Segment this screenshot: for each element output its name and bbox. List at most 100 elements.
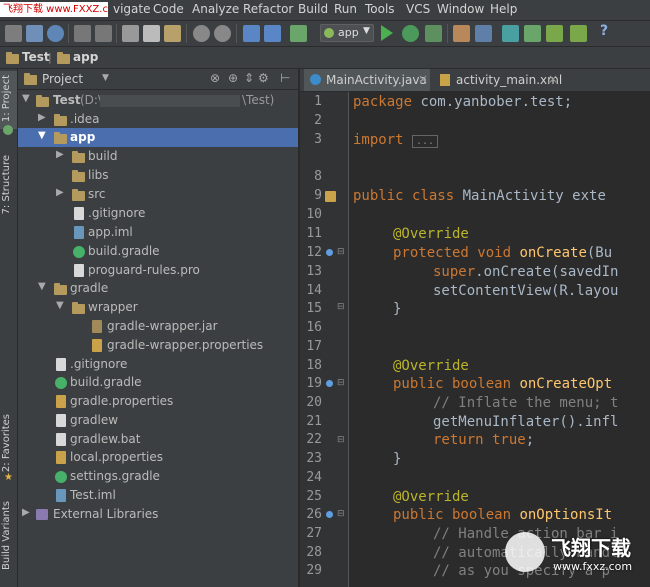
tree-row-app[interactable]: ▼ app	[18, 128, 298, 147]
fold-end-icon[interactable]: ⊟	[337, 302, 345, 312]
star-icon: ★	[4, 472, 13, 483]
breadcrumb-app[interactable]: app	[73, 50, 98, 64]
chevron-right-icon[interactable]: ▶	[56, 149, 64, 160]
tree-row-local-properties[interactable]: local.properties	[18, 448, 298, 467]
code-editor[interactable]: package com.yanbober.test; import ... pu…	[349, 92, 650, 587]
line-number: 12	[306, 245, 322, 260]
menu-analyze[interactable]: Analyze	[192, 2, 239, 16]
forward-icon[interactable]	[264, 25, 281, 42]
copy-icon[interactable]	[143, 25, 160, 42]
menu-build[interactable]: Build	[298, 2, 328, 16]
sync-icon[interactable]	[47, 25, 64, 42]
project-structure-icon[interactable]	[453, 25, 470, 42]
fold-icon[interactable]: ⊟	[337, 509, 345, 519]
chevron-down-icon[interactable]: ▼	[38, 130, 46, 141]
tree-label: app	[70, 130, 96, 144]
sdk-manager-icon[interactable]	[475, 25, 492, 42]
attach-icon[interactable]	[425, 25, 442, 42]
tree-row-wrapper[interactable]: ▼ wrapper	[18, 298, 298, 317]
override-marker-icon[interactable]	[326, 249, 333, 256]
tree-row-root-build-gradle[interactable]: build.gradle	[18, 373, 298, 392]
breadcrumb-test[interactable]: Test	[22, 50, 50, 64]
tree-row-gradle-wrapper-properties[interactable]: gradle-wrapper.properties	[18, 336, 298, 355]
hide-icon[interactable]: ⇕	[244, 71, 254, 85]
override-marker-icon[interactable]	[326, 380, 333, 387]
undo-icon[interactable]	[74, 25, 91, 42]
tree-row-external-libraries[interactable]: ▶ External Libraries	[18, 505, 298, 524]
gear-icon[interactable]: ⚙	[258, 71, 269, 85]
debug-icon[interactable]	[402, 25, 419, 42]
tree-row-gradle-wrapper-jar[interactable]: gradle-wrapper.jar	[18, 317, 298, 336]
menu-window[interactable]: Window	[437, 2, 484, 16]
menu-tools[interactable]: Tools	[365, 2, 395, 16]
tree-row-idea[interactable]: ▶ .idea	[18, 110, 298, 129]
tab-activity-main-xml[interactable]: activity_main.xml ×	[434, 69, 562, 91]
folded-imports[interactable]: ...	[412, 135, 439, 148]
tree-row-proguard[interactable]: proguard-rules.pro	[18, 261, 298, 280]
redo-icon[interactable]	[95, 25, 112, 42]
fold-icon[interactable]: ⊟	[337, 378, 345, 388]
tree-row-settings-gradle[interactable]: settings.gradle	[18, 467, 298, 486]
tree-row-libs[interactable]: libs	[18, 166, 298, 185]
project-view-select[interactable]: Project	[42, 72, 83, 86]
code-token: }	[393, 451, 402, 467]
tree-row-test-iml[interactable]: Test.iml	[18, 486, 298, 505]
make-icon[interactable]	[290, 25, 307, 42]
tree-row-test[interactable]: ▼ Test (D:\ \Test)	[18, 91, 298, 110]
menu-help[interactable]: Help	[490, 2, 517, 16]
avd-manager-icon[interactable]	[502, 25, 519, 42]
find-icon[interactable]	[193, 25, 210, 42]
tree-row-root-gitignore[interactable]: .gitignore	[18, 355, 298, 374]
tree-row-build[interactable]: ▶ build	[18, 147, 298, 166]
code-token: setContentView(R.layou	[433, 283, 619, 299]
project-panel-header: Project ▼ ⊗ ⊕ ⇕ ⚙ ⊢	[18, 69, 298, 90]
tree-row-gradlew-bat[interactable]: gradlew.bat	[18, 430, 298, 449]
override-marker-icon[interactable]	[326, 511, 333, 518]
help-icon[interactable]: ?	[600, 23, 608, 39]
menu-code[interactable]: Code	[153, 2, 184, 16]
replace-icon[interactable]	[214, 25, 231, 42]
back-icon[interactable]	[243, 25, 260, 42]
menu-vcs[interactable]: VCS	[406, 2, 430, 16]
tree-row-build-gradle[interactable]: build.gradle	[18, 242, 298, 261]
run-config-select[interactable]: app ▼	[320, 24, 374, 42]
open-icon[interactable]	[5, 25, 22, 42]
close-icon[interactable]: ×	[548, 72, 558, 86]
menu-refactor[interactable]: Refactor	[243, 2, 293, 16]
chevron-down-icon[interactable]: ▼	[56, 300, 64, 311]
paste-icon[interactable]	[164, 25, 181, 42]
chevron-right-icon[interactable]: ▶	[56, 187, 64, 198]
fold-end-icon[interactable]: ⊟	[337, 435, 345, 445]
file-icon	[74, 264, 84, 277]
tree-row-gradlew[interactable]: gradlew	[18, 411, 298, 430]
android-icon[interactable]	[570, 25, 587, 42]
tree-row-gradle[interactable]: ▼ gradle	[18, 279, 298, 298]
run-icon[interactable]	[381, 25, 393, 41]
close-icon[interactable]: ×	[418, 72, 428, 86]
tree-row-app-iml[interactable]: app.iml	[18, 223, 298, 242]
scroll-from-source-icon[interactable]: ⊕	[228, 71, 238, 85]
sync-gradle-icon[interactable]	[524, 25, 541, 42]
menu-navigate[interactable]: vigate	[113, 2, 151, 16]
project-tool-tab[interactable]: 1: Project	[0, 71, 17, 129]
pin-icon[interactable]: ⊢	[280, 71, 290, 85]
cut-icon[interactable]	[122, 25, 139, 42]
fold-icon[interactable]: ⊟	[337, 247, 345, 257]
chevron-right-icon[interactable]: ▶	[38, 112, 46, 123]
tree-label: Test	[53, 93, 81, 107]
chevron-right-icon[interactable]: ▶	[22, 507, 30, 518]
chevron-down-icon[interactable]: ▼	[102, 73, 109, 83]
menu-run[interactable]: Run	[334, 2, 357, 16]
chevron-down-icon[interactable]: ▼	[38, 281, 46, 292]
android-device-monitor-icon[interactable]	[546, 25, 563, 42]
tree-row-gitignore[interactable]: .gitignore	[18, 204, 298, 223]
tab-main-activity[interactable]: MainActivity.java ×	[304, 69, 430, 91]
build-variants-tool-tab[interactable]: Build Variants	[0, 501, 17, 587]
collapse-all-icon[interactable]: ⊗	[210, 71, 220, 85]
favorites-tool-tab[interactable]: 2: Favorites	[0, 414, 17, 472]
chevron-down-icon[interactable]: ▼	[22, 93, 30, 104]
structure-tool-tab[interactable]: 7: Structure	[0, 155, 17, 225]
save-icon[interactable]	[26, 25, 43, 42]
tree-row-gradle-properties[interactable]: gradle.properties	[18, 392, 298, 411]
tree-row-src[interactable]: ▶ src	[18, 185, 298, 204]
